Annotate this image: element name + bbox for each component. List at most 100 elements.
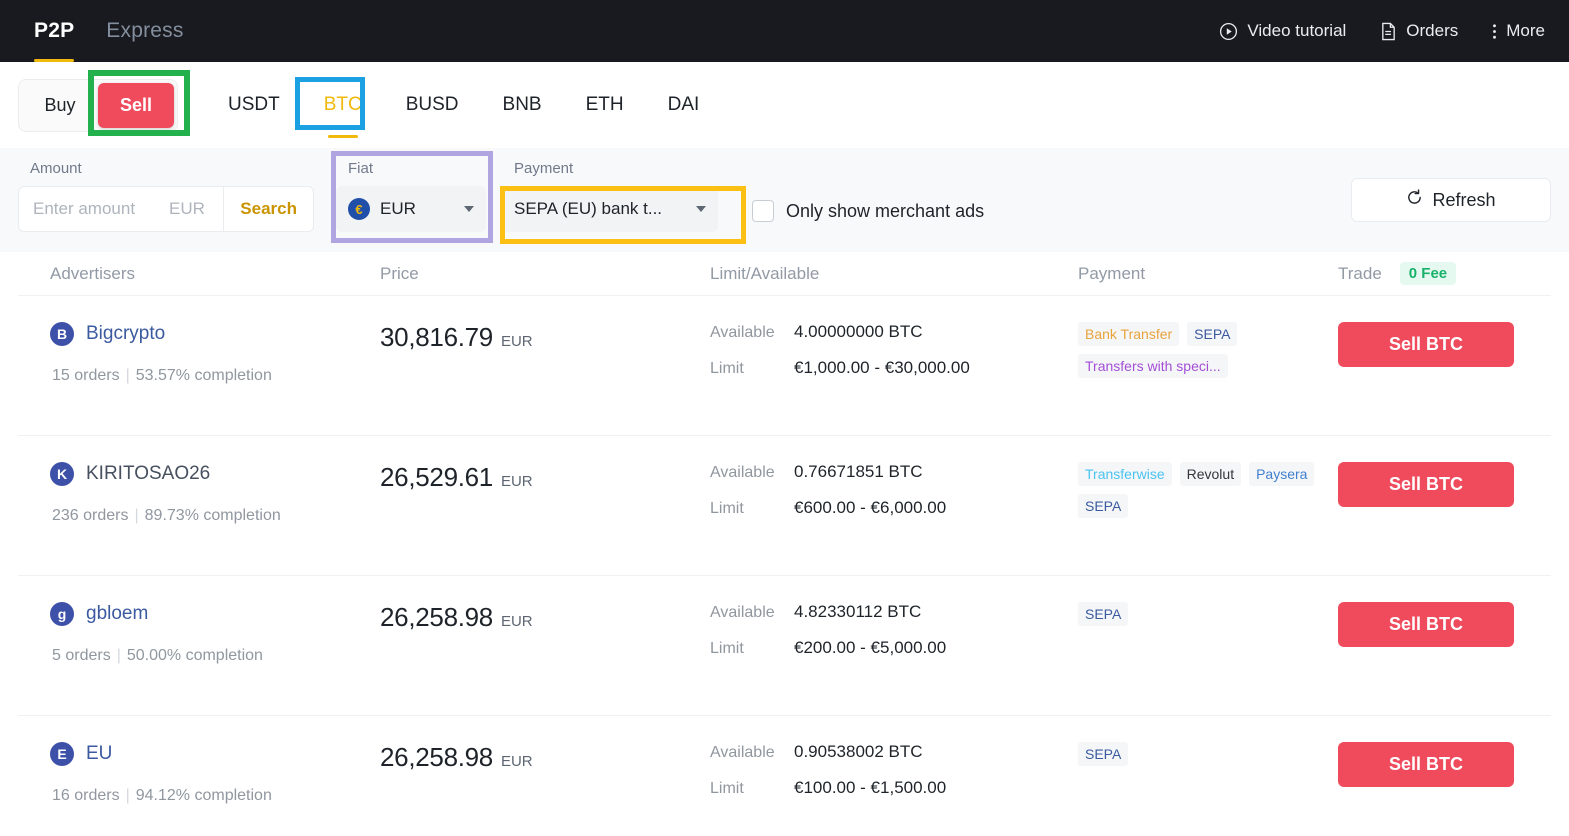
advertiser-identity[interactable]: B Bigcrypto <box>50 322 380 346</box>
euro-currency-icon: € <box>348 198 370 220</box>
more-label: More <box>1506 21 1545 40</box>
coin-tab-btc[interactable]: BTC <box>302 62 384 148</box>
amount-filter-group: Amount EUR Search <box>18 160 314 232</box>
advertiser-orders: 16 orders <box>52 787 120 804</box>
stats-separator: | <box>125 367 130 384</box>
payment-filter-group: Payment SEPA (EU) bank t... <box>502 160 718 232</box>
kebab-menu-icon <box>1492 22 1497 41</box>
amount-input[interactable] <box>19 199 169 219</box>
coin-tab-dai-label: DAI <box>667 94 700 115</box>
table-row: B Bigcrypto 15 orders | 53.57% completion … <box>18 296 1551 436</box>
sell-tab-label: Sell <box>119 94 153 115</box>
advertiser-completion: 53.57% completion <box>135 367 272 384</box>
merchant-ads-checkbox[interactable] <box>752 200 774 222</box>
sell-tab[interactable]: Sell <box>98 82 174 128</box>
orders-button[interactable]: Orders <box>1380 21 1458 41</box>
sell-btc-button[interactable]: Sell BTC <box>1338 322 1514 367</box>
advertiser-cell: K KIRITOSAO26 236 orders | 89.73% completi… <box>18 462 380 525</box>
advertiser-stats: 15 orders | 53.57% completion <box>50 367 380 385</box>
coin-tab-busd[interactable]: BUSD <box>384 62 481 148</box>
advertiser-completion: 89.73% completion <box>144 507 281 524</box>
price-cell: 26,258.98 EUR <box>380 742 710 773</box>
payment-methods-cell: Bank Transfer SEPA Transfers with speci.… <box>1078 322 1338 378</box>
price-value: 30,816.79 <box>380 322 493 352</box>
refresh-icon <box>1406 189 1423 211</box>
buy-tab[interactable]: Buy <box>22 83 98 128</box>
header-advertisers: Advertisers <box>50 263 136 283</box>
limit-row: Limit €600.00 - €6,000.00 <box>710 498 1078 518</box>
merchant-ads-checkbox-row[interactable]: Only show merchant ads <box>752 200 984 222</box>
advertiser-orders: 5 orders <box>52 647 111 664</box>
payment-tag: Transfers with speci... <box>1078 354 1228 378</box>
available-row: Available 4.82330112 BTC <box>710 602 1078 622</box>
advertiser-cell: g gbloem 5 orders | 50.00% completion <box>18 602 380 665</box>
video-tutorial-button[interactable]: Video tutorial <box>1219 21 1346 41</box>
available-label: Available <box>710 744 775 761</box>
chevron-down-icon <box>464 206 474 212</box>
available-label: Available <box>710 604 775 621</box>
topnav-tab-p2p[interactable]: P2P <box>18 0 90 62</box>
coin-tabs: USDT BTC BUSD BNB ETH DAI <box>206 62 721 148</box>
coin-tab-usdt[interactable]: USDT <box>206 62 302 148</box>
available-row: Available 0.90538002 BTC <box>710 742 1078 762</box>
price-currency: EUR <box>500 333 533 350</box>
available-value: 4.00000000 BTC <box>794 322 923 341</box>
available-value: 4.82330112 BTC <box>794 602 922 621</box>
topnav-tab-express[interactable]: Express <box>90 0 199 62</box>
sell-btc-button[interactable]: Sell BTC <box>1338 602 1514 647</box>
orders-label: Orders <box>1406 21 1459 40</box>
advertiser-name[interactable]: gbloem <box>86 603 148 625</box>
avatar: B <box>50 322 74 346</box>
table-row: K KIRITOSAO26 236 orders | 89.73% completi… <box>18 436 1551 576</box>
stats-separator: | <box>125 787 130 804</box>
amount-currency-label: EUR <box>169 199 205 218</box>
buy-sell-toggle: Buy Sell <box>18 78 178 132</box>
available-row: Available 0.76671851 BTC <box>710 462 1078 482</box>
coin-tab-bnb[interactable]: BNB <box>481 62 564 148</box>
topnav-tabs: P2P Express <box>18 0 200 62</box>
document-icon <box>1380 22 1397 41</box>
sell-btc-button[interactable]: Sell BTC <box>1338 462 1514 507</box>
more-button[interactable]: More <box>1492 21 1545 41</box>
limit-value: €100.00 - €1,500.00 <box>794 778 947 797</box>
amount-search-box: EUR Search <box>18 186 314 232</box>
search-button[interactable]: Search <box>223 187 313 231</box>
limit-available-cell: Available 4.00000000 BTC Limit €1,000.00… <box>710 322 1078 394</box>
limit-available-cell: Available 4.82330112 BTC Limit €200.00 -… <box>710 602 1078 674</box>
price-currency: EUR <box>500 473 533 490</box>
limit-value: €1,000.00 - €30,000.00 <box>794 358 970 377</box>
trade-type-and-coin-tabbar: Buy Sell USDT BTC BUSD BNB ETH DAI <box>0 62 1569 148</box>
trade-cell: Sell BTC <box>1338 602 1551 647</box>
advertiser-orders: 236 orders <box>52 507 129 524</box>
limit-row: Limit €100.00 - €1,500.00 <box>710 778 1078 798</box>
coin-tab-dai[interactable]: DAI <box>646 62 722 148</box>
coin-tab-bnb-label: BNB <box>502 94 542 115</box>
advertiser-name[interactable]: KIRITOSAO26 <box>86 463 210 485</box>
avatar: g <box>50 602 74 626</box>
trade-cell: Sell BTC <box>1338 462 1551 507</box>
topnav-tab-express-label: Express <box>106 19 184 42</box>
coin-tab-eth[interactable]: ETH <box>564 62 646 148</box>
refresh-button[interactable]: Refresh <box>1351 178 1551 222</box>
amount-label: Amount <box>30 160 82 177</box>
limit-available-cell: Available 0.76671851 BTC Limit €600.00 -… <box>710 462 1078 534</box>
buy-tab-label: Buy <box>44 94 76 115</box>
limit-label: Limit <box>710 780 744 797</box>
fiat-label: Fiat <box>348 160 374 177</box>
advertiser-name[interactable]: Bigcrypto <box>86 323 165 345</box>
advertiser-name[interactable]: EU <box>86 743 112 765</box>
available-label: Available <box>710 464 775 481</box>
advertiser-stats: 236 orders | 89.73% completion <box>50 507 380 525</box>
fiat-select[interactable]: € EUR <box>336 186 486 232</box>
limit-available-cell: Available 0.90538002 BTC Limit €100.00 -… <box>710 742 1078 814</box>
filter-bar: Amount EUR Search Fiat € EUR Payment SEP… <box>0 148 1569 252</box>
sell-btc-button[interactable]: Sell BTC <box>1338 742 1514 787</box>
advertiser-identity[interactable]: E EU <box>50 742 380 766</box>
payment-tag: Paysera <box>1249 462 1315 486</box>
payment-select[interactable]: SEPA (EU) bank t... <box>502 186 718 232</box>
advertiser-completion: 94.12% completion <box>135 787 272 804</box>
advertiser-identity[interactable]: g gbloem <box>50 602 380 626</box>
available-value: 0.76671851 BTC <box>794 462 923 481</box>
advertiser-identity[interactable]: K KIRITOSAO26 <box>50 462 380 486</box>
avatar: E <box>50 742 74 766</box>
